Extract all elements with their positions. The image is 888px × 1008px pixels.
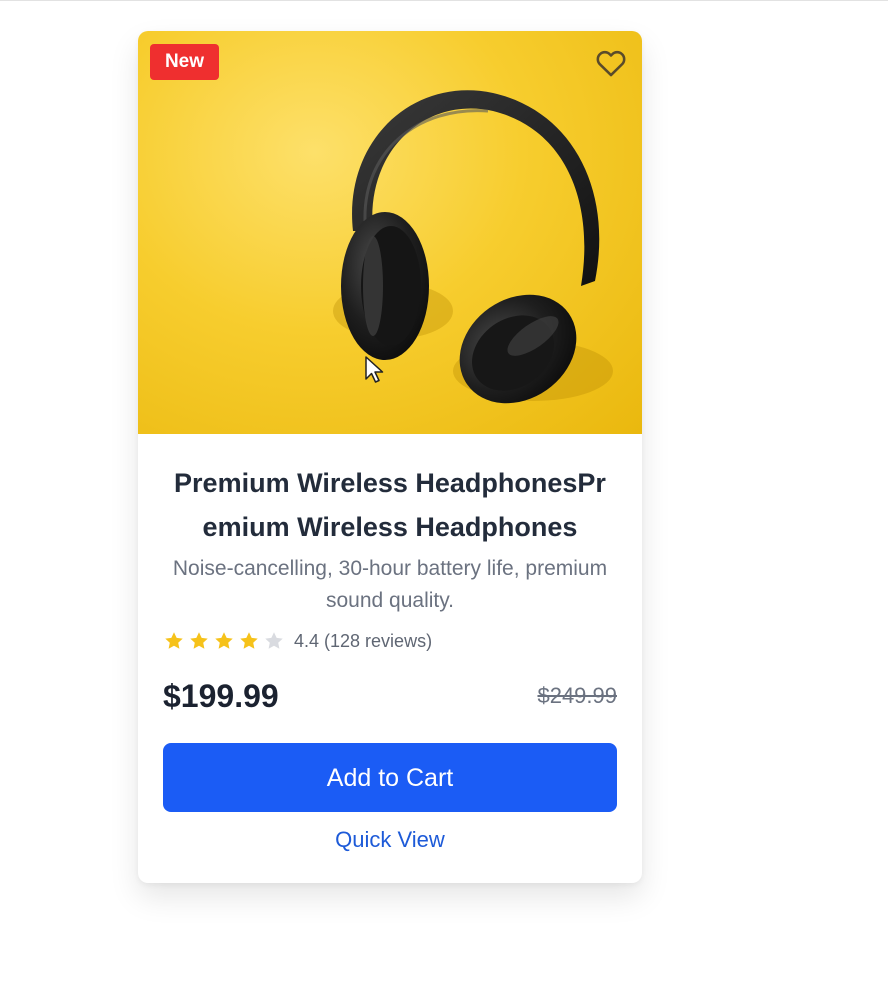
star-empty-icon — [265, 632, 283, 649]
product-rating: 4.4 (128 reviews) — [163, 627, 432, 655]
product-title: Premium Wireless HeadphonesPremium Wirel… — [174, 468, 606, 542]
star-filled-icon — [165, 632, 183, 649]
page-top-divider — [0, 0, 888, 1]
new-badge: New — [150, 44, 219, 80]
add-to-cart-button[interactable]: Add to Cart — [163, 743, 617, 812]
product-card: New Premium Wireless HeadphonesPremium W… — [138, 31, 642, 883]
original-price: $249.99 — [537, 683, 617, 708]
star-filled-icon — [215, 632, 233, 649]
heart-outline-icon[interactable] — [593, 46, 629, 80]
product-description: Noise-cancelling, 30-hour battery life, … — [172, 557, 608, 612]
current-price: $199.99 — [163, 678, 279, 714]
mouse-pointer-icon — [365, 356, 384, 383]
star-filled-icon — [240, 632, 258, 649]
star-filled-icon — [190, 632, 208, 649]
product-image[interactable]: New — [138, 31, 642, 434]
rating-text: 4.4 (128 reviews) — [294, 630, 433, 651]
quick-view-link[interactable]: Quick View — [163, 823, 617, 857]
